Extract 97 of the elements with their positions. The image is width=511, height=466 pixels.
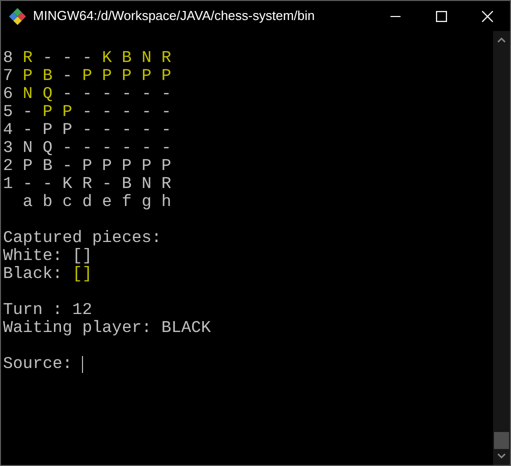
square-label: - bbox=[22, 120, 33, 139]
square-label: - bbox=[82, 48, 92, 67]
square-label: Q bbox=[42, 84, 52, 103]
captured-label: Black: bbox=[3, 265, 62, 283]
square-label: - bbox=[161, 84, 172, 103]
square-label: - bbox=[102, 102, 112, 121]
square-label: - bbox=[62, 84, 72, 103]
square-label: P bbox=[22, 66, 33, 85]
square-label: P bbox=[62, 120, 72, 139]
scrollbar[interactable] bbox=[493, 31, 510, 465]
square-label: K bbox=[62, 174, 72, 193]
rank-label: 8 bbox=[3, 49, 14, 67]
square-label: - bbox=[102, 138, 112, 157]
square-label: R bbox=[161, 48, 172, 67]
square-label: N bbox=[22, 84, 33, 103]
file-label: f bbox=[122, 192, 132, 211]
rank-label: 3 bbox=[3, 139, 14, 157]
square-label: - bbox=[42, 48, 52, 67]
square-label: P bbox=[102, 66, 112, 85]
square-label: Q bbox=[42, 138, 52, 157]
turn-text: Turn : 12 bbox=[3, 300, 92, 319]
square-label: - bbox=[142, 84, 152, 103]
square-label: - bbox=[142, 138, 152, 157]
square-label: - bbox=[62, 66, 72, 85]
captured-heading: Captured pieces: bbox=[3, 228, 162, 247]
file-label: h bbox=[161, 192, 172, 211]
square-label: - bbox=[82, 138, 92, 157]
square-label: P bbox=[142, 156, 152, 175]
square-label: R bbox=[82, 174, 92, 193]
square-label: P bbox=[82, 66, 92, 85]
file-label: c bbox=[62, 192, 72, 211]
app-icon bbox=[9, 8, 26, 24]
square-label: - bbox=[22, 102, 33, 121]
square-label: B bbox=[122, 174, 132, 193]
square-label: - bbox=[42, 174, 52, 193]
square-label: - bbox=[161, 102, 172, 121]
square-label: R bbox=[22, 48, 33, 67]
square-label: P bbox=[22, 156, 33, 175]
captured-label: White: bbox=[3, 247, 62, 265]
square-label: B bbox=[42, 66, 52, 85]
square-label: R bbox=[161, 174, 172, 193]
square-label: N bbox=[22, 138, 33, 157]
square-label: P bbox=[161, 156, 172, 175]
window-title: MINGW64:/d/Workspace/JAVA/chess-system/bin bbox=[33, 7, 315, 26]
file-label: a bbox=[22, 192, 33, 211]
rank-label: 6 bbox=[3, 85, 14, 103]
square-label: - bbox=[82, 120, 92, 139]
square-label: - bbox=[62, 138, 72, 157]
square-label: K bbox=[102, 48, 112, 67]
square-label: - bbox=[122, 120, 132, 139]
square-label: - bbox=[102, 120, 112, 139]
square-label: - bbox=[122, 102, 132, 121]
square-label: P bbox=[42, 102, 52, 121]
square-label: - bbox=[62, 48, 72, 67]
square-label: - bbox=[82, 84, 92, 103]
file-label: b bbox=[42, 192, 52, 211]
square-label: - bbox=[82, 102, 92, 121]
square-label: N bbox=[142, 174, 152, 193]
square-label: B bbox=[42, 156, 52, 175]
square-label: P bbox=[122, 156, 132, 175]
square-label: P bbox=[42, 120, 52, 139]
square-label: P bbox=[161, 66, 172, 85]
square-label: N bbox=[142, 48, 152, 67]
square-label: - bbox=[122, 84, 132, 103]
scroll-down-icon[interactable] bbox=[497, 453, 506, 459]
square-label: P bbox=[82, 156, 92, 175]
square-label: B bbox=[122, 48, 132, 67]
scroll-up-icon[interactable] bbox=[497, 37, 506, 43]
square-label: P bbox=[142, 66, 152, 85]
file-label: e bbox=[102, 192, 112, 211]
captured-list: [] bbox=[72, 265, 92, 283]
maximize-icon[interactable] bbox=[436, 10, 446, 22]
rank-label: 7 bbox=[3, 67, 14, 85]
square-label: P bbox=[62, 102, 72, 121]
square-label: - bbox=[62, 156, 72, 175]
close-icon[interactable] bbox=[482, 10, 492, 22]
rank-label: 1 bbox=[3, 175, 14, 193]
square-label: - bbox=[102, 174, 112, 193]
square-label: - bbox=[122, 138, 132, 157]
scroll-thumb[interactable] bbox=[494, 432, 509, 449]
captured-list: [] bbox=[72, 247, 92, 265]
rank-label: 5 bbox=[3, 103, 14, 121]
square-label: P bbox=[102, 156, 112, 175]
square-label: - bbox=[142, 102, 152, 121]
square-label: - bbox=[142, 120, 152, 139]
square-label: - bbox=[102, 84, 112, 103]
waiting-player-text: Waiting player: BLACK bbox=[3, 318, 211, 337]
square-label: P bbox=[122, 66, 132, 85]
file-label: g bbox=[142, 192, 152, 211]
square-label: - bbox=[161, 138, 172, 157]
file-label: d bbox=[82, 192, 92, 211]
rank-label: 2 bbox=[3, 157, 14, 175]
text-cursor bbox=[82, 356, 84, 372]
square-label: - bbox=[22, 174, 33, 193]
source-prompt: Source: bbox=[3, 355, 72, 373]
square-label: - bbox=[161, 120, 172, 139]
rank-label: 4 bbox=[3, 121, 14, 139]
